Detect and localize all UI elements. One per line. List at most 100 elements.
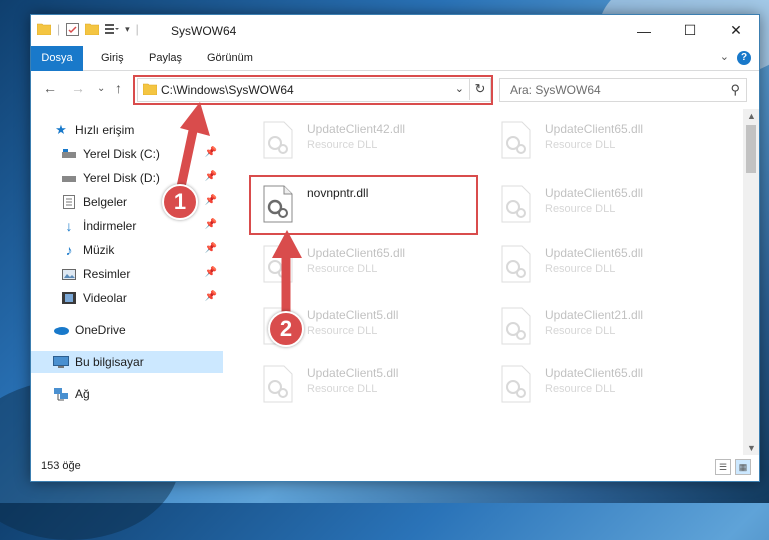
customize-icon[interactable]: [105, 23, 120, 35]
scroll-up-icon[interactable]: ▲: [747, 111, 756, 121]
scroll-down-icon[interactable]: ▼: [747, 443, 756, 453]
scroll-thumb[interactable]: [746, 125, 756, 173]
details-view-icon[interactable]: ☰: [715, 459, 731, 475]
nav-item-label: Müzik: [83, 243, 115, 257]
nav-item-label: Yerel Disk (C:): [83, 147, 160, 161]
list-item[interactable]: UpdateClient65.dll Resource DLL: [481, 179, 711, 229]
search-placeholder: Ara: SysWOW64: [510, 83, 601, 97]
tab-home[interactable]: Giriş: [101, 46, 124, 70]
file-type: Resource DLL: [545, 203, 616, 215]
drive-icon: [61, 170, 77, 186]
dll-file-icon: [501, 245, 531, 283]
list-item[interactable]: UpdateClient65.dll Resource DLL: [481, 359, 711, 409]
dll-file-icon: [263, 121, 293, 159]
file-type: Resource DLL: [307, 139, 378, 151]
nav-item-this-pc[interactable]: Bu bilgisayar: [31, 351, 223, 373]
file-type: Resource DLL: [307, 325, 378, 337]
nav-item-label: Bu bilgisayar: [75, 355, 144, 369]
file-name: UpdateClient5.dll: [307, 366, 399, 380]
videos-icon: [61, 290, 77, 306]
file-name: UpdateClient65.dll: [545, 122, 644, 136]
properties-icon[interactable]: [66, 22, 80, 36]
list-item[interactable]: UpdateClient21.dll Resource DLL: [481, 301, 711, 351]
nav-item-label: Ağ: [75, 387, 90, 401]
dll-file-icon: [263, 365, 293, 403]
file-name: UpdateClient65.dll: [545, 186, 644, 200]
file-type: Resource DLL: [545, 263, 616, 275]
nav-item-label: Belgeler: [83, 195, 128, 209]
title-bar: | ▾ | SysWOW64 — ☐ ✕: [31, 15, 759, 46]
maximize-button[interactable]: ☐: [667, 15, 713, 46]
file-type: Resource DLL: [545, 383, 616, 395]
nav-item-pictures[interactable]: Resimler 📌: [31, 263, 223, 285]
tab-view[interactable]: Görünüm: [207, 46, 253, 70]
computer-icon: [53, 354, 69, 370]
window-controls: — ☐ ✕: [621, 15, 759, 46]
view-switcher: ☰ ▦: [715, 459, 751, 475]
qat-dropdown-icon[interactable]: ▾: [125, 24, 130, 35]
file-name: UpdateClient65.dll: [545, 246, 644, 260]
file-name: UpdateClient65.dll: [545, 366, 644, 380]
explorer-window: | ▾ | SysWOW64 — ☐ ✕ Dosya Giriş Paylaş …: [30, 14, 760, 482]
search-box[interactable]: Ara: SysWOW64 ⚲: [499, 78, 747, 102]
minimize-button[interactable]: —: [621, 15, 667, 46]
file-name: UpdateClient5.dll: [307, 308, 399, 322]
step-2-badge: 2: [268, 311, 304, 347]
file-type: Resource DLL: [307, 263, 378, 275]
file-type: Resource DLL: [307, 383, 378, 395]
pin-icon[interactable]: 📌: [205, 291, 217, 302]
nav-item-music[interactable]: ♪ Müzik 📌: [31, 239, 223, 261]
close-button[interactable]: ✕: [713, 15, 759, 46]
file-type: Resource DLL: [545, 139, 616, 151]
list-item[interactable]: UpdateClient5.dll Resource DLL: [243, 359, 473, 409]
large-icons-view-icon[interactable]: ▦: [735, 459, 751, 475]
music-icon: ♪: [65, 242, 73, 258]
item-count: 153 öğe: [41, 460, 81, 472]
ribbon-tabs: Dosya Giriş Paylaş Görünüm ⌄ ?: [31, 46, 759, 96]
documents-icon: [61, 194, 77, 210]
search-icon[interactable]: ⚲: [730, 82, 740, 98]
quick-access-toolbar: | ▾ |: [37, 22, 139, 36]
file-name: UpdateClient65.dll: [307, 246, 406, 260]
cloud-icon: [53, 322, 69, 338]
nav-item-label: OneDrive: [75, 323, 126, 337]
pictures-icon: [61, 266, 77, 282]
file-name: UpdateClient21.dll: [545, 308, 644, 322]
drive-icon: [61, 146, 77, 162]
step-1-badge: 1: [162, 184, 198, 220]
new-folder-icon[interactable]: [85, 23, 100, 35]
nav-item-onedrive[interactable]: OneDrive: [31, 319, 223, 341]
ribbon-expand-icon[interactable]: ⌄: [720, 50, 729, 63]
nav-item-label: İndirmeler: [83, 219, 137, 233]
recent-locations-icon[interactable]: ⌄: [97, 83, 105, 94]
dll-file-icon: [501, 365, 531, 403]
up-arrow-icon[interactable]: ↑: [115, 80, 122, 96]
nav-item-label: Hızlı erişim: [75, 123, 135, 137]
forward-arrow-icon[interactable]: →: [71, 80, 85, 96]
vertical-scrollbar[interactable]: ▲ ▼: [743, 109, 759, 455]
network-icon: [53, 386, 69, 402]
nav-item-label: Videolar: [83, 291, 127, 305]
list-item[interactable]: UpdateClient42.dll Resource DLL: [243, 115, 473, 165]
nav-item-label: Yerel Disk (D:): [83, 171, 160, 185]
file-name: UpdateClient42.dll: [307, 122, 406, 136]
address-row: ← → ⌄ ↑ C:\Windows\SysWOW64 ⌄ ↻ Ara: Sys…: [31, 71, 759, 109]
help-button[interactable]: ?: [737, 51, 751, 65]
tab-share[interactable]: Paylaş: [149, 46, 182, 70]
back-arrow-icon[interactable]: ←: [43, 80, 57, 96]
pin-icon[interactable]: 📌: [205, 243, 217, 254]
nav-item-network[interactable]: Ağ: [31, 383, 223, 405]
dll-file-icon: [501, 121, 531, 159]
dll-file-icon: [501, 307, 531, 345]
folder-icon[interactable]: [37, 23, 51, 35]
download-icon: ↓: [65, 218, 73, 234]
nav-item-videos[interactable]: Videolar 📌: [31, 287, 223, 309]
nav-item-label: Resimler: [83, 267, 131, 281]
pin-icon[interactable]: 📌: [205, 219, 217, 230]
list-item[interactable]: UpdateClient65.dll Resource DLL: [481, 239, 711, 289]
file-type: Resource DLL: [545, 325, 616, 337]
star-icon: ★: [55, 122, 67, 137]
list-item[interactable]: UpdateClient65.dll Resource DLL: [481, 115, 711, 165]
pin-icon[interactable]: 📌: [205, 267, 217, 278]
nav-item-downloads[interactable]: ↓ İndirmeler 📌: [31, 215, 223, 237]
